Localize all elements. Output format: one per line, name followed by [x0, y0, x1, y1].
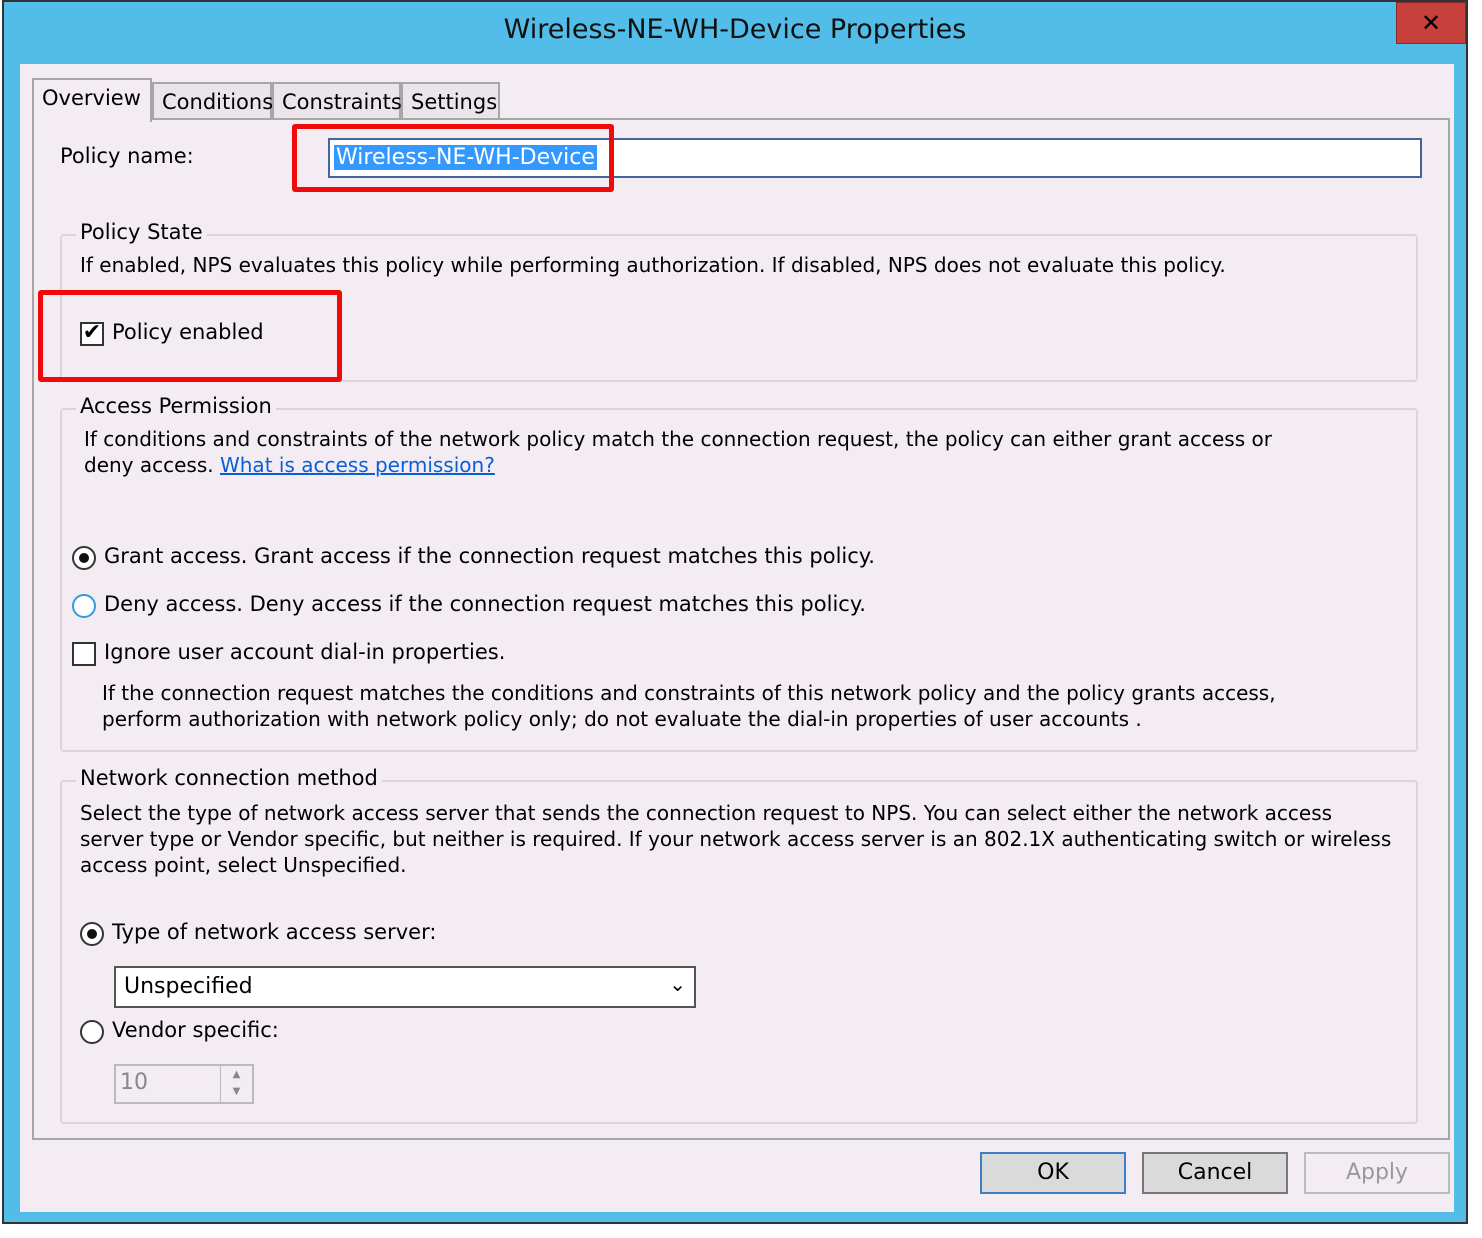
policy-name-label: Policy name: [60, 144, 194, 168]
ignore-dialin-checkbox[interactable] [72, 642, 96, 666]
vendor-value: 10 [120, 1070, 148, 1095]
policy-state-description: If enabled, NPS evaluates this policy wh… [80, 253, 1226, 277]
access-permission-link[interactable]: What is access permission? [220, 453, 495, 477]
grant-access-radio[interactable] [72, 546, 96, 570]
network-method-description: Select the type of network access server… [80, 801, 1392, 877]
ignore-dialin-description: If the connection request matches the co… [102, 681, 1276, 731]
deny-access-label: Deny access. Deny access if the connecti… [104, 592, 866, 616]
policy-state-title: Policy State [76, 220, 207, 244]
grant-access-label: Grant access. Grant access if the connec… [104, 544, 875, 568]
type-of-server-label: Type of network access server: [112, 920, 437, 944]
server-type-dropdown[interactable]: Unspecified ⌄ [114, 966, 696, 1008]
chevron-down-icon: ⌄ [669, 972, 686, 996]
ignore-dialin-label: Ignore user account dial-in properties. [104, 640, 506, 664]
tab-constraints[interactable]: Constraints [272, 82, 402, 120]
close-icon[interactable]: ✕ [1396, 2, 1466, 44]
ok-button[interactable]: OK [980, 1152, 1126, 1194]
access-permission-title: Access Permission [76, 394, 276, 418]
dialog-client: Overview Conditions Constraints Settings… [20, 64, 1454, 1212]
vendor-spinner[interactable]: 10 ▲ ▼ [114, 1064, 254, 1104]
vendor-specific-label: Vendor specific: [112, 1018, 279, 1042]
overview-panel: Policy name: Wireless-NE-WH-Device Polic… [32, 118, 1450, 1140]
cancel-button[interactable]: Cancel [1142, 1152, 1288, 1194]
tab-conditions[interactable]: Conditions [152, 82, 273, 120]
highlight-box [38, 290, 342, 382]
spinner-arrows-icon[interactable]: ▲ ▼ [220, 1066, 252, 1102]
type-of-server-radio[interactable] [80, 922, 104, 946]
deny-access-radio[interactable] [72, 594, 96, 618]
tab-settings[interactable]: Settings [401, 82, 500, 120]
tab-overview[interactable]: Overview [32, 78, 152, 122]
highlight-box [292, 124, 614, 192]
access-permission-description: If conditions and constraints of the net… [84, 426, 1314, 478]
properties-dialog: Wireless-NE-WH-Device Properties ✕ Overv… [2, 0, 1468, 1224]
network-method-group: Network connection method Select the typ… [60, 766, 1418, 1124]
server-type-value: Unspecified [124, 974, 253, 999]
apply-button[interactable]: Apply [1304, 1152, 1450, 1194]
access-permission-group: Access Permission If conditions and cons… [60, 394, 1418, 752]
vendor-specific-radio[interactable] [80, 1020, 104, 1044]
network-method-title: Network connection method [76, 766, 382, 790]
window-title: Wireless-NE-WH-Device Properties [503, 14, 967, 45]
